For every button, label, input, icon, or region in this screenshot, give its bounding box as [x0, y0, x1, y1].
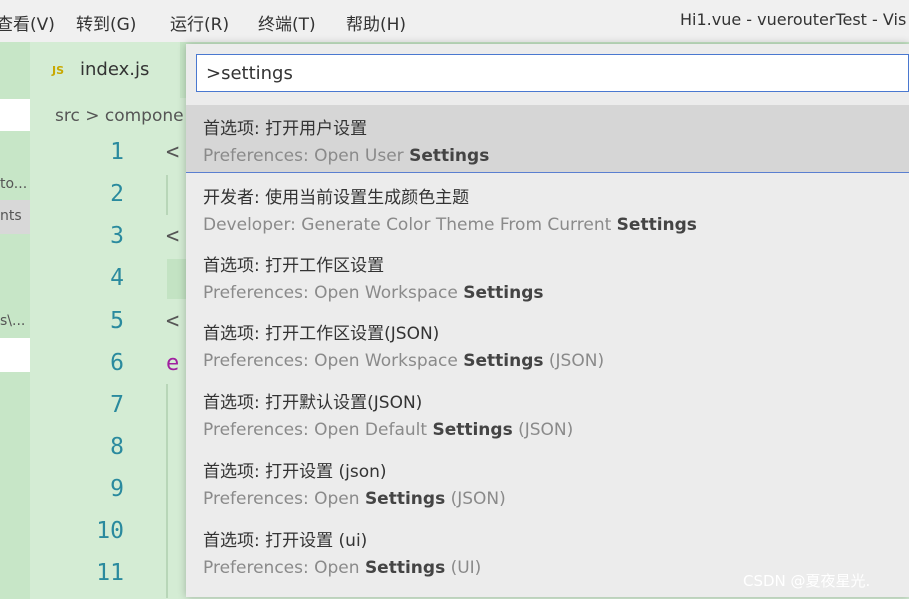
- line-number: 4: [110, 265, 124, 291]
- line-number: 7: [110, 392, 124, 418]
- line-number: 6: [110, 350, 124, 376]
- indent-guide: [166, 384, 168, 598]
- watermark: CSDN @夏夜星光.: [743, 572, 871, 590]
- code-fragment: e: [166, 351, 180, 376]
- js-file-icon: JS: [52, 64, 65, 77]
- command-label: 首选项: 打开默认设置(JSON): [203, 393, 423, 413]
- command-detail: Preferences: Open Default Settings (JSON…: [203, 420, 574, 440]
- match-highlight: Settings: [432, 420, 513, 440]
- code-fragment: <: [166, 224, 180, 249]
- explorer-sidebar: to... nts s\...: [0, 42, 30, 599]
- command-item[interactable]: 首选项: 打开工作区设置 Preferences: Open Workspace…: [186, 242, 909, 310]
- match-highlight: Settings: [409, 146, 490, 166]
- command-label: 首选项: 打开设置 (ui): [203, 531, 368, 551]
- command-item[interactable]: 首选项: 打开用户设置 Preferences: Open User Setti…: [186, 105, 909, 173]
- line-number: 11: [96, 560, 124, 586]
- sidebar-item-selected[interactable]: nts: [0, 200, 30, 234]
- sidebar-input-box-2[interactable]: [0, 338, 30, 372]
- command-item[interactable]: 首选项: 打开默认设置(JSON) Preferences: Open Defa…: [186, 379, 909, 447]
- sidebar-item-label: nts: [0, 208, 22, 224]
- match-highlight: Settings: [364, 558, 446, 578]
- tab-label: index.js: [80, 59, 150, 80]
- match-highlight: Settings: [463, 283, 544, 303]
- menu-go[interactable]: 转到(G): [76, 10, 136, 35]
- line-number: 9: [110, 476, 124, 502]
- menu-terminal[interactable]: 终端(T): [258, 10, 316, 35]
- menu-run[interactable]: 运行(R): [170, 10, 229, 35]
- match-highlight: Settings: [616, 215, 697, 235]
- tab-index-js[interactable]: JS index.js: [30, 42, 180, 100]
- command-detail: Preferences: Open User Settings: [203, 146, 490, 166]
- line-number: 3: [110, 223, 124, 249]
- match-highlight: Settings: [463, 351, 544, 371]
- sidebar-item-file[interactable]: to...: [0, 176, 27, 192]
- command-label: 开发者: 使用当前设置生成颜色主题: [203, 188, 470, 208]
- command-detail: Preferences: Open Workspace Settings (JS…: [203, 351, 605, 371]
- command-label: 首选项: 打开设置 (json): [203, 462, 387, 482]
- command-detail: Preferences: Open Workspace Settings: [203, 283, 544, 303]
- command-detail: Preferences: Open Settings (UI): [203, 558, 482, 578]
- command-palette: >settings 首选项: 打开用户设置 Preferences: Open …: [186, 44, 909, 597]
- code-fragment: <: [166, 140, 180, 165]
- line-number: 1: [110, 139, 124, 165]
- sidebar-item-path[interactable]: s\...: [0, 313, 25, 329]
- command-item[interactable]: 开发者: 使用当前设置生成颜色主题 Developer: Generate Co…: [186, 174, 909, 242]
- code-fragment: <: [166, 309, 180, 334]
- line-number: 5: [110, 308, 124, 334]
- command-label: 首选项: 打开用户设置: [203, 119, 368, 139]
- command-detail: Developer: Generate Color Theme From Cur…: [203, 215, 697, 235]
- breadcrumb[interactable]: src > compone: [55, 106, 184, 126]
- indent-guide: [166, 175, 168, 215]
- match-highlight: Settings: [364, 489, 446, 509]
- command-label: 首选项: 打开工作区设置(JSON): [203, 324, 440, 344]
- command-item[interactable]: 首选项: 打开设置 (json) Preferences: Open Setti…: [186, 448, 909, 516]
- command-detail: Preferences: Open Settings (JSON): [203, 489, 506, 509]
- window-title: Hi1.vue - vuerouterTest - Vis: [680, 10, 907, 29]
- menu-help[interactable]: 帮助(H): [346, 10, 406, 35]
- line-number: 10: [96, 518, 124, 544]
- command-label: 首选项: 打开工作区设置: [203, 256, 385, 276]
- menu-bar: 查看(V) 转到(G) 运行(R) 终端(T) 帮助(H) Hi1.vue - …: [0, 0, 909, 42]
- line-number: 8: [110, 434, 124, 460]
- command-palette-input[interactable]: >settings: [196, 54, 909, 92]
- command-item[interactable]: 首选项: 打开工作区设置(JSON) Preferences: Open Wor…: [186, 310, 909, 378]
- line-number: 2: [110, 181, 124, 207]
- menu-view[interactable]: 查看(V): [0, 10, 55, 35]
- sidebar-input-box[interactable]: [0, 99, 30, 131]
